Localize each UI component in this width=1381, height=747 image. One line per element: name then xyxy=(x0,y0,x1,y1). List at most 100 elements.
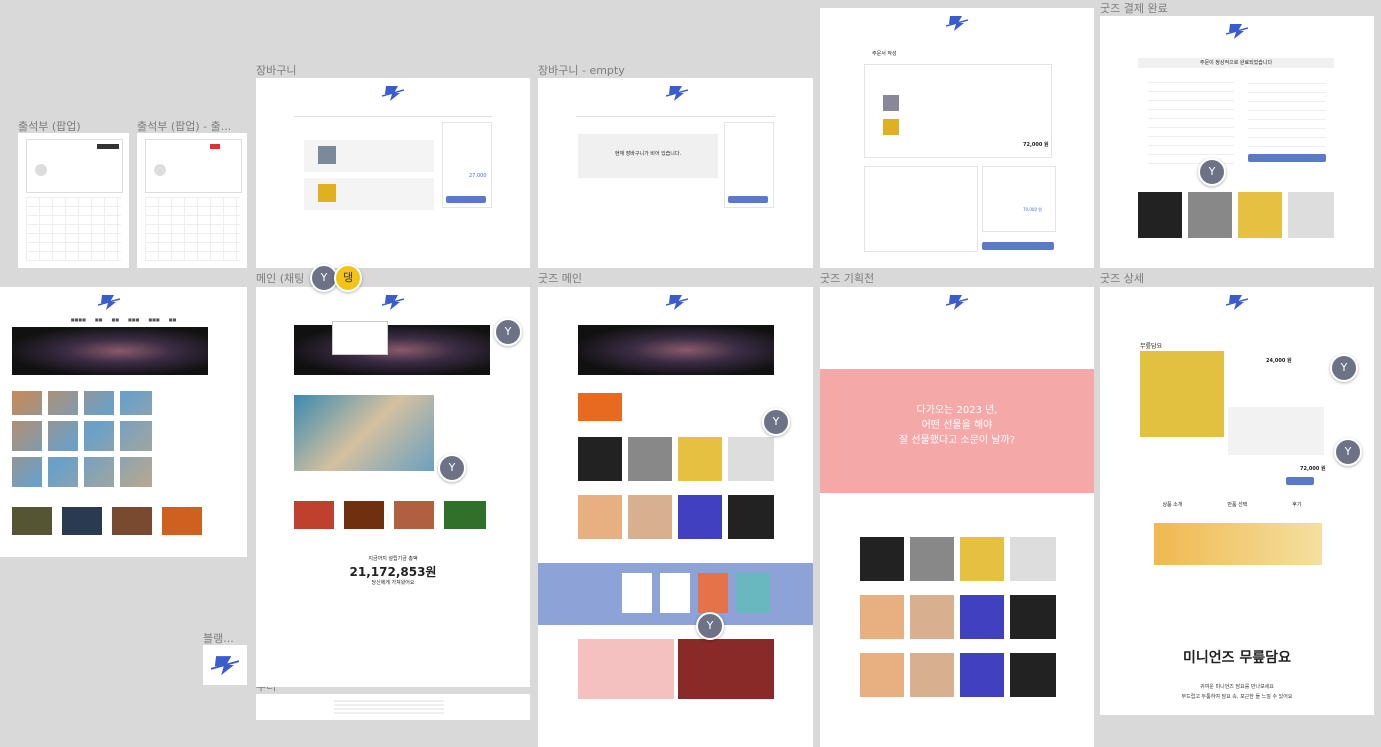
empty-cart-box: 현재 장바구니가 비어 있습니다. xyxy=(578,134,718,178)
plan-row-2 xyxy=(860,595,1056,639)
recipe-strip xyxy=(12,507,202,535)
goods-row-2 xyxy=(578,495,774,539)
plan-row-1 xyxy=(860,537,1056,581)
points-panel: 70,000 원 xyxy=(982,166,1056,232)
goods-feature-2 xyxy=(678,639,774,699)
item-thumbnail xyxy=(883,95,899,111)
logo-icon xyxy=(1226,24,1248,39)
collaborator-avatar: Y xyxy=(696,612,724,640)
collaborator-avatar: Y xyxy=(1330,354,1358,382)
logo-icon xyxy=(382,86,404,101)
collaborator-avatar: Y xyxy=(438,454,466,482)
counter-label: 지금까지 설립기금 총액 xyxy=(368,556,418,562)
footer-frame xyxy=(256,694,530,720)
goods-row-1 xyxy=(578,437,774,481)
calendar-grid xyxy=(145,197,240,261)
tab-description[interactable]: 상품 소개 xyxy=(1162,501,1182,508)
tab-select[interactable]: 만품 선택 xyxy=(1227,501,1247,508)
logo-icon xyxy=(946,295,968,310)
view-order-button[interactable] xyxy=(1248,154,1326,162)
frame-label-cart: 장바구니 xyxy=(256,64,297,77)
order-info xyxy=(1148,80,1234,164)
order-frame: 주문서 작성 72,000 원 70,000 원 xyxy=(820,8,1094,268)
tab-review[interactable]: 후기 xyxy=(1292,501,1301,508)
order-items-box: 72,000 원 xyxy=(864,64,1052,158)
frame-label-pay-done: 굿즈 결제 완료 xyxy=(1100,2,1168,15)
detail-sub1: 귀여운 미니언즈 담요를 만나보세요 xyxy=(1200,684,1274,690)
payment-info xyxy=(1248,80,1326,156)
avatar xyxy=(35,164,47,176)
option-box[interactable] xyxy=(1228,407,1324,455)
detail-brand: 미니언즈 무릎담요 xyxy=(1183,650,1291,666)
plan-banner: 다가오는 2023 년, 어떤 선물을 해야 잘 선물했다고 소문이 날까? xyxy=(820,369,1094,493)
collaborator-avatar: Y xyxy=(1334,438,1362,466)
pay-button[interactable] xyxy=(982,242,1054,250)
main-chat-frame: 지금까지 설립기금 총액 21,172,853원 당신에게 가져왔어요 xyxy=(256,287,530,687)
frame-label-main-chat: 메인 (채팅 xyxy=(256,272,305,285)
cart-item[interactable] xyxy=(304,140,434,172)
footer-text xyxy=(334,700,444,714)
collaborator-avatar: Y xyxy=(494,318,522,346)
logo-icon xyxy=(211,656,239,676)
editor-pick-banner xyxy=(538,563,813,625)
detail-image xyxy=(1140,351,1224,437)
cart-total: 27,000 xyxy=(469,173,487,179)
recipe-strip xyxy=(294,501,486,529)
counter-value: 21,172,853원 xyxy=(349,565,437,579)
frame-label-goods-detail: 굿즈 상세 xyxy=(1100,272,1144,285)
divider xyxy=(576,116,775,117)
collaborator-avatar: Y xyxy=(1198,158,1226,186)
calendar-grid xyxy=(26,197,121,261)
hero-banner xyxy=(294,325,490,375)
attendance-card xyxy=(26,139,123,193)
logo-icon xyxy=(666,295,688,310)
blank-frame xyxy=(203,645,247,685)
frame-label-attendance: 출석부 (팝업) xyxy=(18,120,81,133)
post-grid xyxy=(12,391,152,487)
detail-banner xyxy=(1154,523,1322,565)
divider xyxy=(294,116,492,117)
logo-icon xyxy=(382,295,404,310)
cart-item[interactable] xyxy=(304,178,434,210)
logo-icon xyxy=(98,295,120,310)
pay-done-frame: 주문이 정상적으로 완료되었습니다 xyxy=(1100,16,1374,268)
plan-banner-line1: 다가오는 2023 년, xyxy=(916,405,998,416)
order-button[interactable] xyxy=(728,196,768,203)
order-total: 72,000 원 xyxy=(1023,142,1049,148)
detail-tabs[interactable]: 상품 소개 만품 선택 후기 xyxy=(1140,501,1324,508)
recommend-row xyxy=(1138,192,1334,238)
collaborator-avatar: Y xyxy=(762,408,790,436)
goods-plan-frame: 다가오는 2023 년, 어떤 선물을 해야 잘 선물했다고 소문이 날까? xyxy=(820,287,1094,747)
counter-sub: 당신에게 가져왔어요 xyxy=(371,580,415,586)
attendance-done-frame xyxy=(137,133,247,268)
status-badge xyxy=(97,144,119,149)
frame-label-cart-empty: 장바구니 - empty xyxy=(538,64,625,77)
frame-label-blank: 블랭... xyxy=(203,632,234,645)
hero-banner xyxy=(578,325,774,375)
post-grid xyxy=(294,395,434,471)
plan-banner-line2: 어떤 선물을 해야 xyxy=(921,420,993,431)
buy-button[interactable] xyxy=(1286,477,1314,485)
pay-done-message: 주문이 정상적으로 완료되었습니다 xyxy=(1138,58,1334,68)
nav-menu[interactable]: ■■■■ ■■ ■■ ■■■ ■■■ ■■ xyxy=(0,317,247,322)
shipping-form[interactable] xyxy=(864,166,978,252)
main-frame-left: ■■■■ ■■ ■■ ■■■ ■■■ ■■ xyxy=(0,287,247,557)
order-title: 주문서 작성 xyxy=(872,51,897,57)
detail-total: 72,000 원 xyxy=(1300,466,1326,472)
order-button[interactable] xyxy=(446,196,486,203)
dropdown-menu[interactable] xyxy=(332,321,388,355)
goods-main-frame xyxy=(538,287,813,747)
item-thumbnail xyxy=(318,146,336,164)
status-badge xyxy=(210,144,220,149)
plan-row-3 xyxy=(860,653,1056,697)
detail-price: 24,000 원 xyxy=(1266,358,1292,364)
frame-label-goods-plan: 굿즈 기획전 xyxy=(820,272,875,285)
attendance-frame xyxy=(18,133,129,268)
attendance-card xyxy=(145,139,242,193)
frame-label-goods-main: 굿즈 메인 xyxy=(538,272,582,285)
featured-thumbnail xyxy=(578,393,622,421)
cart-empty-frame: 현재 장바구니가 비어 있습니다. xyxy=(538,78,813,268)
payment-amount: 70,000 원 xyxy=(1023,207,1042,212)
logo-icon xyxy=(946,16,968,31)
editor-pick-items xyxy=(622,573,770,613)
